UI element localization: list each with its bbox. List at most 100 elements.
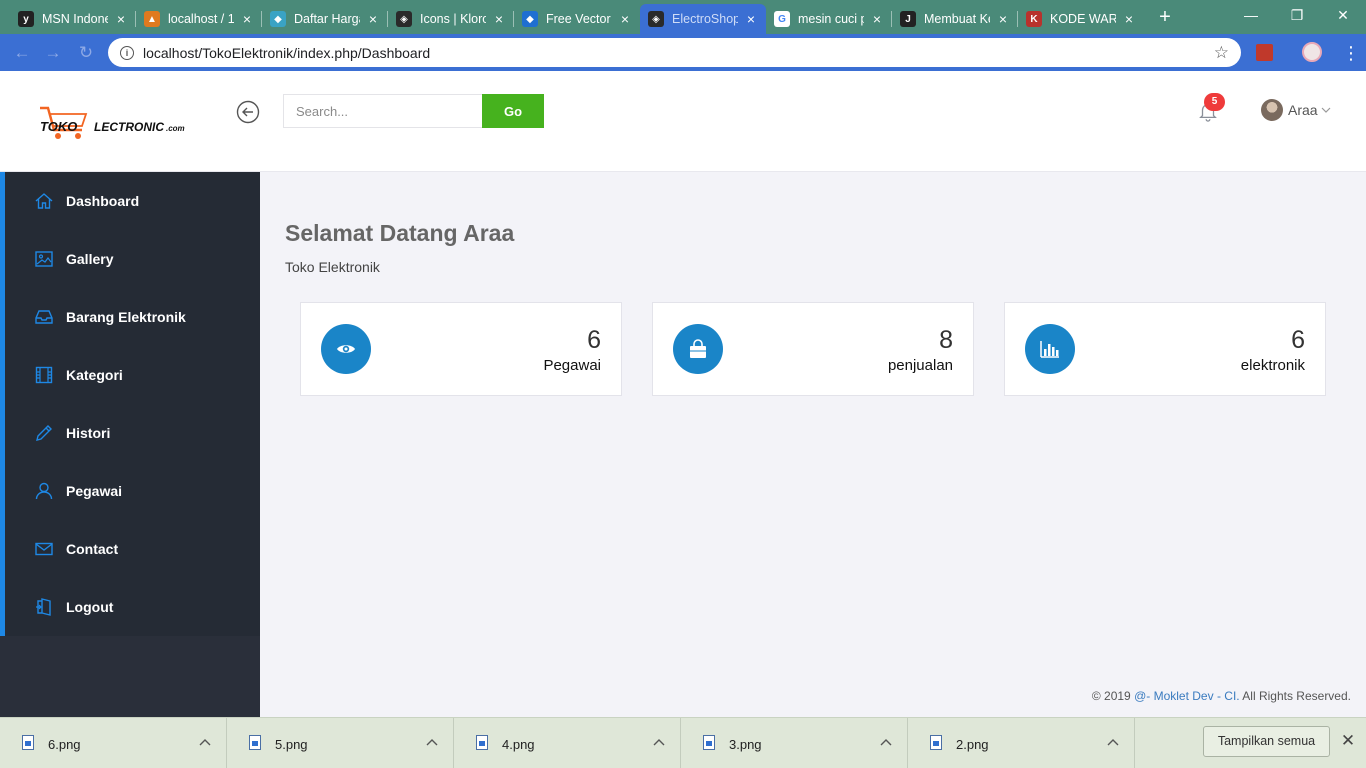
main-content: Selamat Datang Araa Toko Elektronik 6 Pe… bbox=[260, 172, 1366, 717]
tab-close-icon[interactable]: × bbox=[996, 11, 1010, 27]
sidebar: Dashboard Gallery Barang Elektronik Kate… bbox=[0, 172, 260, 717]
tab-close-icon[interactable]: × bbox=[492, 11, 506, 27]
image-file-icon bbox=[249, 735, 261, 750]
sidebar-item-kategori[interactable]: Kategori bbox=[5, 346, 260, 404]
logo-text-toko: TOKO bbox=[40, 119, 77, 134]
card-icon-circle bbox=[1025, 324, 1075, 374]
download-filename[interactable]: 6.png bbox=[48, 737, 81, 752]
download-item[interactable]: 4.png bbox=[454, 718, 681, 768]
chevron-up-icon[interactable] bbox=[880, 737, 892, 747]
site-favicon-icon: J bbox=[900, 11, 916, 27]
search-input[interactable] bbox=[283, 94, 483, 128]
stat-card-penjualan: 8 penjualan bbox=[652, 302, 974, 396]
browser-tab[interactable]: ◈ Icons | Klorofil × bbox=[388, 4, 514, 34]
sidebar-item-dashboard[interactable]: Dashboard bbox=[5, 172, 260, 230]
user-icon bbox=[35, 482, 53, 500]
image-file-icon bbox=[22, 735, 34, 750]
msn-favicon-icon: y bbox=[18, 11, 34, 27]
sidebar-item-label: Histori bbox=[66, 425, 111, 441]
download-item[interactable]: 3.png bbox=[681, 718, 908, 768]
stat-value: 8 bbox=[939, 326, 953, 354]
browser-menu-icon[interactable]: ⋮ bbox=[1342, 41, 1360, 65]
profile-avatar-icon[interactable] bbox=[1302, 42, 1322, 62]
sidebar-toggle-arrow-icon[interactable] bbox=[236, 100, 260, 124]
flash-extension-icon[interactable] bbox=[1256, 44, 1273, 61]
back-arrow-icon[interactable]: ← bbox=[10, 41, 34, 65]
footer-suffix: All Rights Reserved. bbox=[1239, 689, 1351, 703]
chevron-up-icon[interactable] bbox=[653, 737, 665, 747]
tab-close-icon[interactable]: × bbox=[870, 11, 884, 27]
footer-prefix: © 2019 bbox=[1091, 689, 1135, 703]
close-download-bar-icon[interactable]: ✕ bbox=[1340, 731, 1356, 751]
browser-tab[interactable]: ◆ Daftar Harga × bbox=[262, 4, 388, 34]
address-bar[interactable]: i localhost/TokoElektronik/index.php/Das… bbox=[108, 38, 1241, 67]
diamond-favicon-icon: ◆ bbox=[270, 11, 286, 27]
close-window-button[interactable]: ✕ bbox=[1320, 0, 1366, 30]
gem-favicon-icon: ◆ bbox=[522, 11, 538, 27]
username[interactable]: Araa bbox=[1288, 102, 1318, 118]
download-item[interactable]: 2.png bbox=[908, 718, 1135, 768]
logo-text-com: .com bbox=[166, 124, 185, 133]
new-tab-button[interactable]: + bbox=[1152, 5, 1178, 29]
sidebar-item-label: Dashboard bbox=[66, 193, 140, 209]
browser-tab[interactable]: G mesin cuci portable × bbox=[766, 4, 892, 34]
tab-title: mesin cuci portable bbox=[798, 12, 864, 26]
download-filename[interactable]: 5.png bbox=[275, 737, 308, 752]
sidebar-item-label: Kategori bbox=[66, 367, 123, 383]
tab-close-icon[interactable]: × bbox=[1122, 11, 1136, 27]
sidebar-item-label: Gallery bbox=[66, 251, 114, 267]
stat-card-elektronik: 6 elektronik bbox=[1004, 302, 1326, 396]
browser-tab[interactable]: ◆ Free Vector × bbox=[514, 4, 640, 34]
chevron-down-icon[interactable] bbox=[1320, 104, 1332, 116]
restore-button[interactable]: ❐ bbox=[1274, 0, 1320, 30]
sidebar-item-histori[interactable]: Histori bbox=[5, 404, 260, 462]
browser-tab[interactable]: J Membuat Keranjang × bbox=[892, 4, 1018, 34]
tab-title: Daftar Harga bbox=[294, 12, 360, 26]
site-favicon-icon: K bbox=[1026, 11, 1042, 27]
show-all-downloads-button[interactable]: Tampilkan semua bbox=[1203, 726, 1330, 757]
notification-badge: 5 bbox=[1204, 93, 1225, 111]
exit-icon bbox=[36, 598, 51, 616]
sidebar-item-label: Barang Elektronik bbox=[66, 309, 186, 325]
download-filename[interactable]: 3.png bbox=[729, 737, 762, 752]
sidebar-item-pegawai[interactable]: Pegawai bbox=[5, 462, 260, 520]
url-text[interactable]: localhost/TokoElektronik/index.php/Dashb… bbox=[143, 45, 1214, 61]
tab-close-icon[interactable]: × bbox=[240, 11, 254, 27]
film-icon bbox=[35, 366, 53, 384]
download-item[interactable]: 5.png bbox=[227, 718, 454, 768]
tab-close-icon[interactable]: × bbox=[744, 11, 758, 27]
tab-title: ElectroShop bbox=[672, 12, 738, 26]
page-title: Selamat Datang Araa bbox=[285, 220, 515, 246]
download-item[interactable]: 6.png bbox=[0, 718, 227, 768]
forward-arrow-icon[interactable]: → bbox=[41, 41, 65, 65]
chevron-up-icon[interactable] bbox=[1107, 737, 1119, 747]
download-filename[interactable]: 4.png bbox=[502, 737, 535, 752]
sidebar-item-contact[interactable]: Contact bbox=[5, 520, 260, 578]
sidebar-item-gallery[interactable]: Gallery bbox=[5, 230, 260, 288]
image-file-icon bbox=[476, 735, 488, 750]
avatar[interactable] bbox=[1261, 99, 1283, 121]
browser-tab[interactable]: ▲ localhost / 127.0.0.1 × bbox=[136, 4, 262, 34]
sidebar-item-logout[interactable]: Logout bbox=[5, 578, 260, 636]
sidebar-item-barang-elektronik[interactable]: Barang Elektronik bbox=[5, 288, 260, 346]
browser-tab[interactable]: y MSN Indonesia × bbox=[10, 4, 136, 34]
home-icon bbox=[35, 193, 53, 209]
chevron-up-icon[interactable] bbox=[199, 737, 211, 747]
info-icon[interactable]: i bbox=[120, 45, 134, 60]
google-favicon-icon: G bbox=[774, 11, 790, 27]
browser-tab[interactable]: K KODE WARNA × bbox=[1018, 4, 1144, 34]
download-filename[interactable]: 2.png bbox=[956, 737, 989, 752]
minimize-button[interactable]: — bbox=[1228, 0, 1274, 30]
tab-close-icon[interactable]: × bbox=[366, 11, 380, 27]
go-button[interactable]: Go bbox=[482, 94, 544, 128]
tab-close-icon[interactable]: × bbox=[114, 11, 128, 27]
chevron-up-icon[interactable] bbox=[426, 737, 438, 747]
card-icon-circle bbox=[321, 324, 371, 374]
reload-icon[interactable]: ↻ bbox=[74, 41, 98, 65]
browser-tab-active[interactable]: ◈ ElectroShop × bbox=[640, 4, 766, 34]
bookmark-star-icon[interactable]: ☆ bbox=[1214, 43, 1229, 63]
tab-close-icon[interactable]: × bbox=[618, 11, 632, 27]
toko-electronic-logo[interactable]: TOKO LECTRONIC .com bbox=[38, 104, 188, 144]
image-file-icon bbox=[930, 735, 942, 750]
footer-link[interactable]: @- Moklet Dev - CI. bbox=[1134, 689, 1240, 703]
